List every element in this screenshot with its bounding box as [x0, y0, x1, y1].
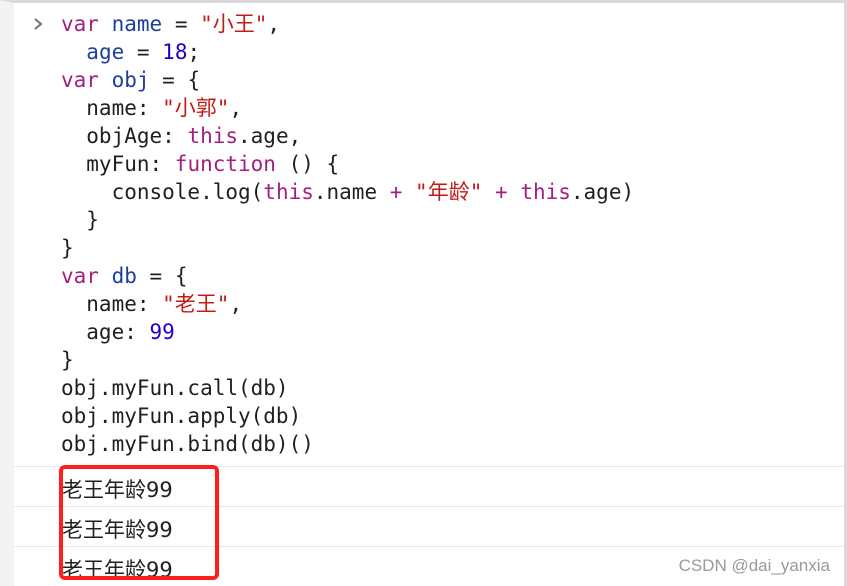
- devtools-console: var name = "小王", age = 18; var obj = { na…: [0, 0, 847, 586]
- code-text: obj.myFun.call(db): [61, 374, 289, 402]
- code-token: db: [111, 264, 137, 288]
- code-token: = {: [136, 264, 188, 288]
- code-line: var name = "小王",: [14, 10, 844, 38]
- code-text: name: "小郭",: [61, 94, 242, 122]
- code-token: .age,: [238, 124, 302, 148]
- code-token: "年龄": [415, 180, 483, 204]
- code-text: obj.myFun.apply(db): [61, 402, 301, 430]
- code-token: +: [495, 180, 508, 204]
- code-token: this: [263, 180, 314, 204]
- code-text: age = 18;: [61, 38, 200, 66]
- code-token: name: [111, 12, 163, 36]
- code-text: age: 99: [61, 318, 175, 346]
- code-line: }: [14, 234, 844, 262]
- code-token: obj.myFun.apply(db): [61, 404, 302, 428]
- code-line: objAge: this.age,: [14, 122, 844, 150]
- code-text: }: [61, 346, 74, 374]
- console-output-text: 老王年龄99: [62, 478, 173, 502]
- code-text: objAge: this.age,: [61, 122, 301, 150]
- code-text: var db = {: [61, 262, 187, 290]
- code-token: name:: [61, 96, 163, 120]
- code-token: 18: [162, 40, 188, 64]
- code-line: obj.myFun.call(db): [14, 374, 844, 402]
- code-text: }: [61, 206, 99, 234]
- chevron-right-icon: [30, 10, 46, 38]
- code-line: var db = {: [14, 262, 844, 290]
- code-token: .age): [570, 180, 635, 204]
- code-token: this: [520, 180, 571, 204]
- code-token: var: [61, 68, 99, 92]
- watermark: CSDN @dai_yanxia: [678, 556, 830, 575]
- code-token: =: [124, 40, 163, 64]
- code-token: age: [86, 40, 125, 64]
- code-token: function: [174, 152, 276, 176]
- console-input-code[interactable]: var name = "小王", age = 18; var obj = { na…: [14, 10, 844, 458]
- code-token: ,: [267, 12, 281, 36]
- code-token: "小郭": [162, 96, 230, 120]
- code-token: obj.myFun.bind(db)(): [61, 432, 314, 456]
- code-token: this: [187, 124, 239, 148]
- console-output-text: 老王年龄99: [62, 518, 173, 542]
- code-line: var obj = {: [14, 66, 844, 94]
- code-text: myFun: function () {: [61, 150, 339, 178]
- code-text: var obj = {: [61, 66, 200, 94]
- code-token: obj: [111, 68, 150, 92]
- code-token: "小王": [200, 12, 268, 36]
- console-output-text: 老王年龄99: [62, 558, 173, 582]
- code-line: }: [14, 206, 844, 234]
- code-token: 99: [149, 320, 175, 344]
- code-line: name: "小郭",: [14, 94, 844, 122]
- code-token: console.log(: [61, 180, 264, 204]
- code-line: console.log(this.name + "年龄" + this.age): [14, 178, 844, 206]
- code-token: .name: [313, 180, 390, 204]
- code-token: ,: [229, 96, 243, 120]
- code-text: name: "老王",: [61, 290, 242, 318]
- code-token: var: [61, 12, 99, 36]
- code-token: ;: [187, 40, 201, 64]
- code-token: age:: [61, 320, 150, 344]
- code-token: ,: [229, 292, 243, 316]
- code-token: +: [389, 180, 403, 204]
- code-line: obj.myFun.apply(db): [14, 402, 844, 430]
- code-text: obj.myFun.bind(db)(): [61, 430, 314, 458]
- code-token: myFun:: [61, 152, 175, 176]
- code-token: var: [61, 264, 99, 288]
- code-token: name:: [61, 292, 163, 316]
- code-text: }: [61, 234, 74, 262]
- code-text: var name = "小王",: [61, 10, 280, 38]
- code-line: name: "老王",: [14, 290, 844, 318]
- console-output-row: 老王年龄99: [14, 506, 844, 546]
- code-line: }: [14, 346, 844, 374]
- code-line: myFun: function () {: [14, 150, 844, 178]
- code-token: () {: [275, 152, 340, 176]
- code-token: }: [61, 236, 74, 260]
- code-token: }: [61, 348, 74, 372]
- code-token: objAge:: [61, 124, 188, 148]
- code-line: age = 18;: [14, 38, 844, 66]
- code-token: "老王": [162, 292, 230, 316]
- code-line: obj.myFun.bind(db)(): [14, 430, 844, 458]
- code-text: console.log(this.name + "年龄" + this.age): [61, 178, 635, 206]
- code-token: }: [61, 208, 99, 232]
- code-token: = {: [149, 68, 201, 92]
- code-token: =: [162, 12, 201, 36]
- code-token: obj.myFun.call(db): [61, 376, 289, 400]
- code-line: age: 99: [14, 318, 844, 346]
- console-output-row: 老王年龄99: [14, 466, 844, 506]
